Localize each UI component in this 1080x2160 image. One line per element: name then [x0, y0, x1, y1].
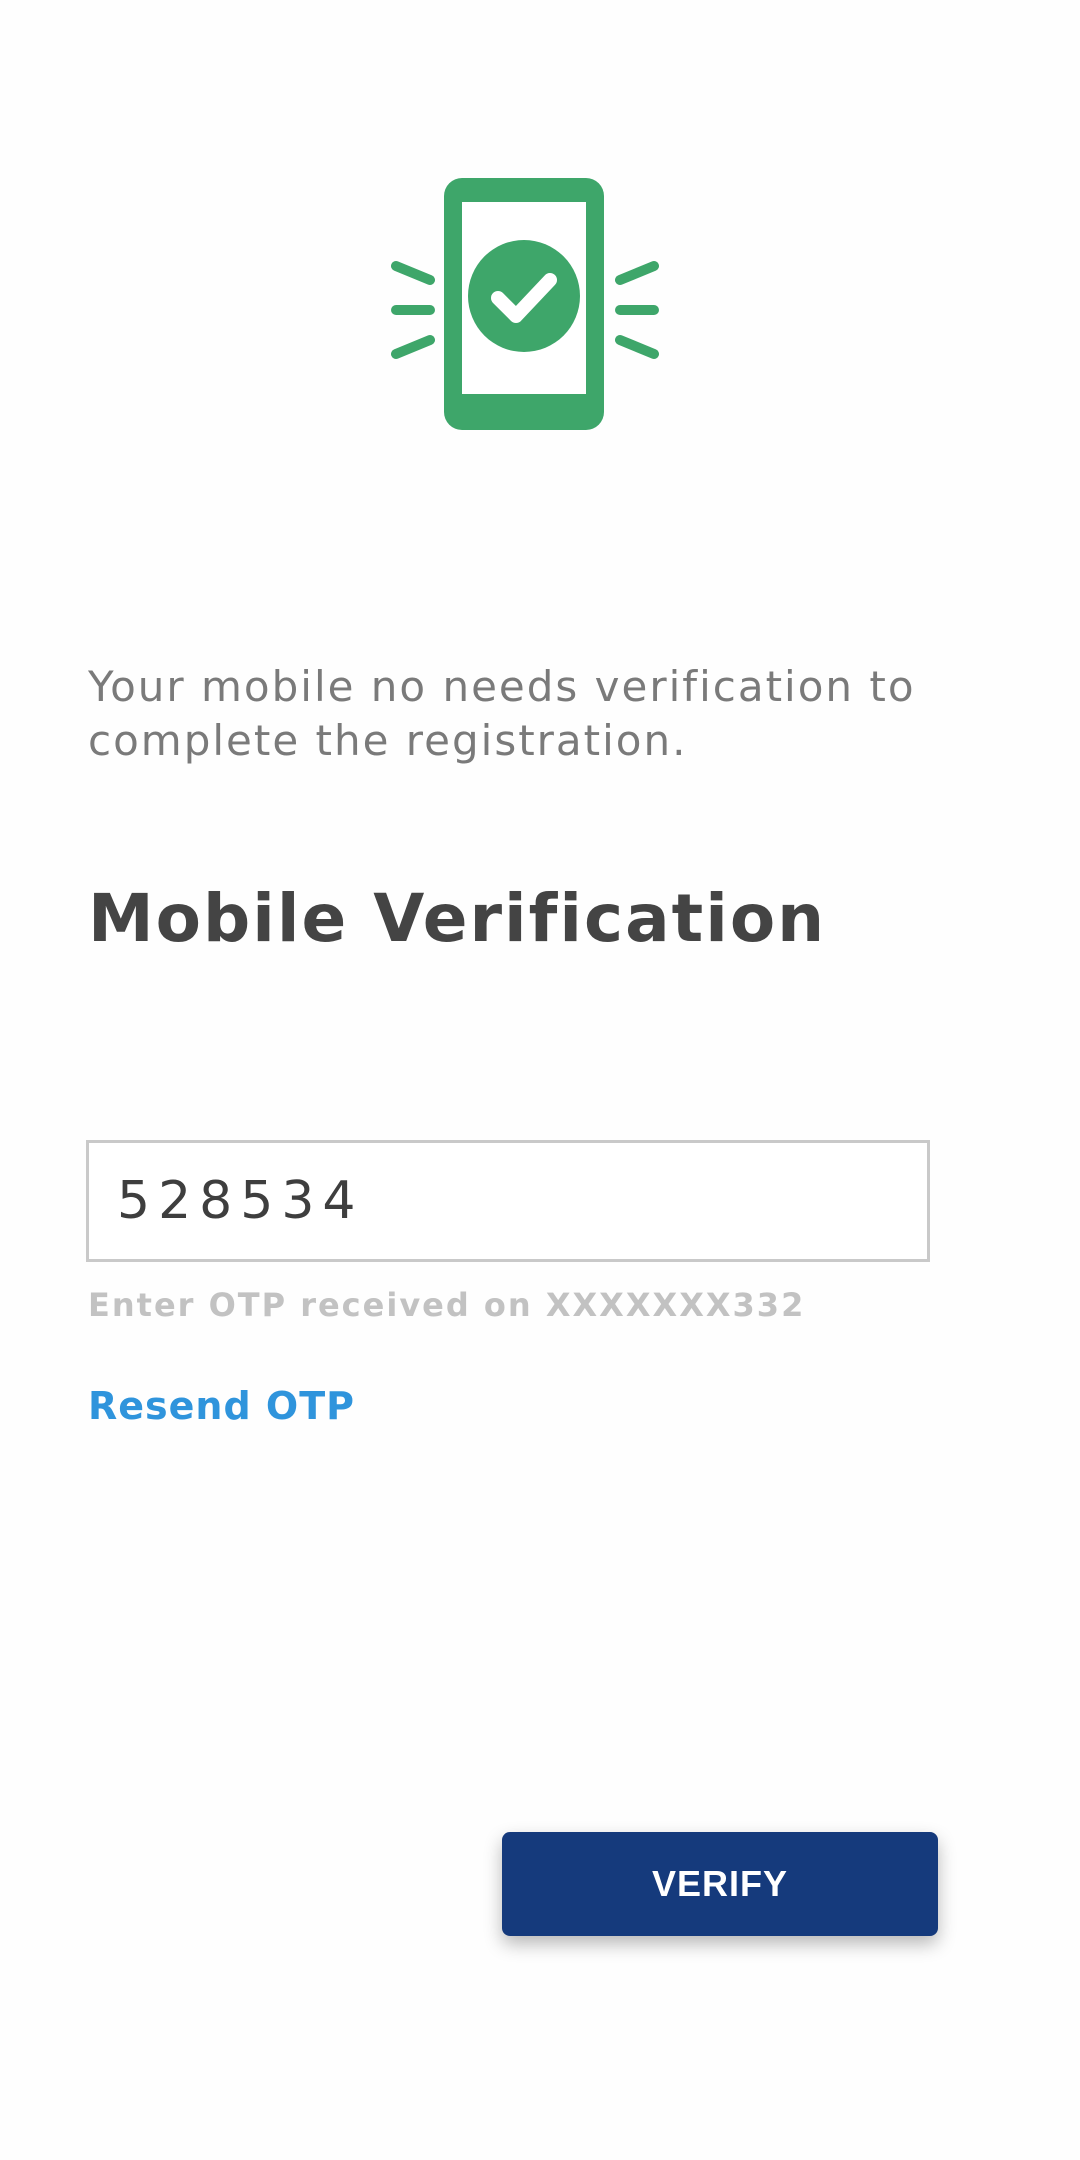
intro-message: Your mobile no needs verification to com…	[88, 662, 916, 765]
phone-verified-icon	[391, 178, 659, 430]
verify-button[interactable]: VERIFY	[502, 1832, 938, 1936]
page-title: Mobile Verification	[88, 880, 827, 957]
otp-helper-text: Enter OTP received on XXXXXXX332	[88, 1286, 806, 1324]
otp-input[interactable]	[89, 1143, 927, 1259]
resend-otp-link[interactable]: Resend OTP	[88, 1384, 355, 1428]
otp-field	[86, 1140, 930, 1262]
mobile-verification-screen: Your mobile no needs verification to com…	[0, 0, 1080, 2160]
